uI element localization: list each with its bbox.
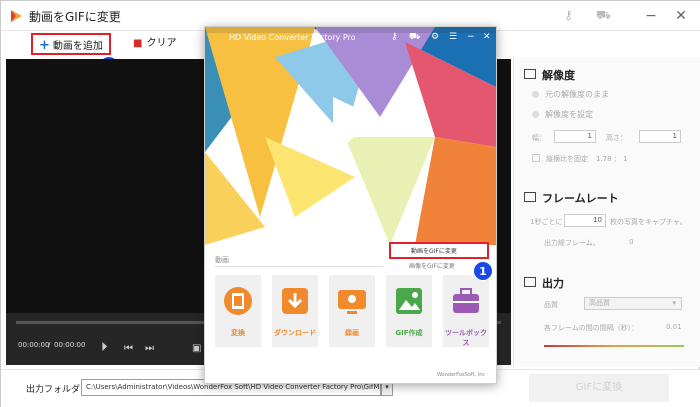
close-icon[interactable]: ✕ [483, 32, 491, 42]
tile-gif-maker-label: GIF作成 [395, 329, 423, 337]
popup-title: HD Video Converter Factory Pro [229, 33, 356, 42]
keep-resolution-radio[interactable]: 元の解像度のまま [532, 89, 609, 100]
tile-convert-label: 変換 [231, 329, 245, 337]
toolbox-icon [453, 288, 479, 313]
minimize-icon[interactable]: − [467, 32, 475, 42]
current-time: 00:00:00 [18, 341, 50, 349]
interval-value: 0.01 [666, 323, 682, 331]
quality-label: 品質 [544, 301, 558, 309]
launcher-popup: HD Video Converter Factory Pro ⚷ ⛟ ⚙ ☰ −… [204, 26, 497, 384]
interval-label: 各フレームの間の間隔（秒）： [544, 324, 639, 332]
cart-icon[interactable]: ⛟ [596, 8, 611, 24]
set-resolution-label: 解像度を設定 [545, 110, 593, 119]
image-icon [396, 288, 422, 314]
total-time: 00:00:00 [54, 341, 86, 349]
key-icon[interactable]: ⚷ [564, 8, 573, 22]
snapshot-icon[interactable]: ▣ [192, 343, 201, 354]
resolution-title: 解像度 [542, 69, 575, 82]
app-window: 動画をGIFに変更 ⚷ ⛟ − ✕ +動画を追加 ■クリア 2 00:00:00… [0, 0, 700, 407]
height-input[interactable]: 1 [639, 130, 681, 143]
height-label: 高さ： [606, 134, 627, 142]
step-badge-1: 1 [473, 261, 493, 281]
tile-toolbox-label: ツールボックス [445, 329, 487, 347]
gear-icon[interactable]: ⚙ [431, 32, 439, 42]
popup-banner [205, 27, 496, 245]
download-icon [282, 288, 308, 314]
per-second-label: 1秒ごとに [530, 218, 563, 226]
tile-gif-maker[interactable]: GIF作成 [386, 275, 432, 347]
aspect-label: 縦横比を固定 [546, 155, 588, 163]
cart-icon[interactable]: ⛟ [409, 32, 420, 43]
output-frames-label: 出力総フレーム。 [544, 239, 600, 247]
convert-button[interactable]: GIFに変換 [529, 374, 669, 402]
output-icon [524, 277, 536, 287]
close-button[interactable]: ✕ [671, 6, 691, 26]
capture-suffix: 枚の写真をキャプチャ。 [610, 218, 687, 226]
framerate-icon [524, 192, 536, 202]
settings-panel: 解像度 元の解像度のまま 解像度を設定 幅： 1 高さ： 1 縦横比を固定 1.7… [513, 57, 700, 367]
set-resolution-radio[interactable]: 解像度を設定 [532, 109, 593, 120]
time-separator: / [48, 341, 51, 349]
menu-icon[interactable]: ☰ [449, 32, 457, 42]
key-icon[interactable]: ⚷ [391, 32, 398, 42]
framerate-title: フレームレート [542, 192, 619, 205]
interval-slider[interactable] [544, 345, 684, 347]
app-logo-icon [11, 10, 22, 22]
width-label: 幅： [532, 134, 546, 142]
aspect-value: 1.78 ： 1 [596, 155, 628, 163]
keep-resolution-label: 元の解像度のまま [545, 90, 609, 99]
film-icon [224, 287, 252, 315]
play-icon[interactable]: ⏵ [101, 340, 108, 355]
chevron-down-icon: ▾ [672, 299, 676, 307]
add-video-button[interactable]: + 動画を追加 [31, 33, 111, 55]
quality-value: 高品質 [589, 299, 610, 307]
section-label: 動画 [215, 256, 229, 264]
output-frames-value: 0 [629, 238, 634, 246]
screen-record-icon [338, 290, 366, 314]
add-video-label: 動画を追加 [52, 41, 103, 52]
tile-record[interactable]: 録画 [329, 275, 375, 347]
tile-download[interactable]: ダウンロード [272, 275, 318, 347]
resolution-icon [524, 69, 536, 79]
next-icon[interactable]: ⏭ [145, 343, 154, 354]
trash-icon: ■ [133, 38, 143, 49]
minimize-button[interactable]: − [641, 6, 661, 26]
output-title: 出力 [542, 277, 564, 290]
plus-icon: + [39, 38, 50, 53]
brand-text: WonderFoxSoft, Inc [437, 372, 486, 378]
tile-download-label: ダウンロード [274, 329, 316, 337]
quality-select[interactable]: 高品質 ▾ [584, 297, 682, 310]
section-divider [215, 266, 383, 267]
tile-toolbox[interactable]: ツールボックス [443, 275, 489, 347]
clear-label: クリア [146, 38, 177, 49]
tile-convert[interactable]: 変換 [215, 275, 261, 347]
output-folder-label: 出力フォルダ： [26, 385, 90, 395]
width-input[interactable]: 1 [554, 130, 596, 143]
prev-icon[interactable]: ⏮ [124, 343, 133, 354]
aspect-checkbox[interactable]: 縦横比を固定 1.78 ： 1 [532, 154, 628, 164]
tile-record-label: 録画 [345, 329, 359, 337]
video-to-gif-item[interactable]: 動画をGIFに変更 [389, 242, 489, 259]
frames-per-second-input[interactable]: 10 [564, 214, 606, 227]
clear-button[interactable]: ■ クリア [133, 35, 176, 53]
window-title: 動画をGIFに変更 [29, 10, 121, 24]
